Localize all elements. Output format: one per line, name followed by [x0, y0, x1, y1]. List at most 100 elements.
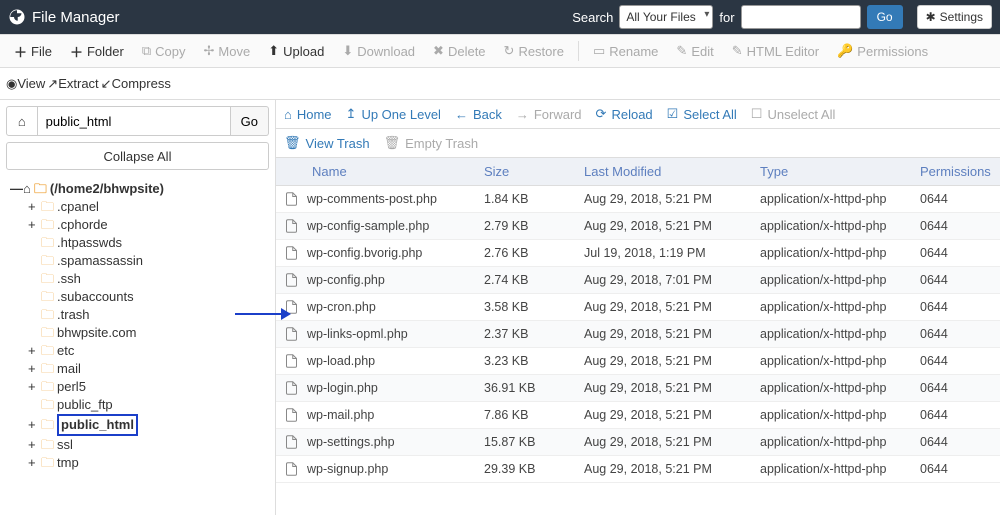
- file-icon: [284, 272, 299, 288]
- tree-item-label: perl5: [57, 378, 86, 396]
- col-modified[interactable]: Last Modified: [584, 164, 760, 179]
- tree-item[interactable]: 🗀.spamassassin: [28, 252, 269, 270]
- download-button[interactable]: ⬇Download: [334, 39, 423, 63]
- tree-item[interactable]: +🗀etc: [28, 342, 269, 360]
- nav-forward[interactable]: →Forward: [516, 107, 582, 122]
- tree-item-label: public_html: [57, 414, 138, 436]
- folder-icon: 🗀: [41, 252, 54, 270]
- file-size: 2.76 KB: [484, 246, 584, 260]
- folder-icon: 🗀: [41, 198, 54, 216]
- file-modified: Aug 29, 2018, 5:21 PM: [584, 408, 760, 422]
- tree-item-label: .ssh: [57, 270, 81, 288]
- collapse-all-button[interactable]: Collapse All: [6, 142, 269, 170]
- tree-item[interactable]: 🗀.htpasswds: [28, 234, 269, 252]
- sidebar: ⌂ Go Collapse All — ⌂ 🗀 (/home2/bhwpsite…: [0, 100, 276, 515]
- new-folder-button[interactable]: ＋Folder: [62, 38, 132, 65]
- view-trash[interactable]: 🗑View Trash: [284, 135, 370, 151]
- view-button[interactable]: ◉View: [6, 76, 45, 92]
- cpanel-icon: [8, 8, 26, 26]
- tree-item[interactable]: 🗀.trash: [28, 306, 269, 324]
- move-button[interactable]: ✢Move: [196, 39, 259, 63]
- copy-icon: ⧉: [142, 43, 151, 59]
- nav-up[interactable]: ↥Up One Level: [346, 106, 441, 122]
- col-name[interactable]: Name: [284, 164, 484, 179]
- tree-item[interactable]: 🗀bhwpsite.com: [28, 324, 269, 342]
- file-type: application/x-httpd-php: [760, 408, 920, 422]
- nav-reload[interactable]: ⟳Reload: [596, 106, 653, 122]
- file-type: application/x-httpd-php: [760, 273, 920, 287]
- tree-item[interactable]: 🗀.ssh: [28, 270, 269, 288]
- table-row[interactable]: wp-settings.php15.87 KBAug 29, 2018, 5:2…: [276, 429, 1000, 456]
- tree-item[interactable]: +🗀mail: [28, 360, 269, 378]
- tree-item[interactable]: +🗀perl5: [28, 378, 269, 396]
- nav-unselect-all[interactable]: ☐Unselect All: [751, 106, 836, 122]
- search-go-button[interactable]: Go: [867, 5, 903, 29]
- tree-item[interactable]: +🗀.cphorde: [28, 216, 269, 234]
- file-name: wp-login.php: [307, 381, 378, 395]
- table-row[interactable]: wp-login.php36.91 KBAug 29, 2018, 5:21 P…: [276, 375, 1000, 402]
- col-type[interactable]: Type: [760, 164, 920, 179]
- move-icon: ✢: [204, 43, 215, 59]
- col-size[interactable]: Size: [484, 164, 584, 179]
- copy-button[interactable]: ⧉Copy: [134, 39, 194, 63]
- file-icon: [284, 191, 299, 207]
- brand-title: File Manager: [32, 9, 120, 26]
- toolbar-secondary: ◉View ↗Extract ↙Compress: [0, 68, 1000, 100]
- tree-item[interactable]: +🗀ssl: [28, 436, 269, 454]
- html-editor-icon: ✎: [732, 43, 743, 59]
- tree-item-label: .subaccounts: [57, 288, 134, 306]
- rename-button[interactable]: ▭Rename: [585, 39, 666, 63]
- download-icon: ⬇: [342, 43, 353, 59]
- home-icon-button[interactable]: ⌂: [6, 106, 38, 136]
- table-row[interactable]: wp-cron.php3.58 KBAug 29, 2018, 5:21 PMa…: [276, 294, 1000, 321]
- back-icon: ←: [455, 107, 468, 122]
- table-row[interactable]: wp-config.bvorig.php2.76 KBJul 19, 2018,…: [276, 240, 1000, 267]
- tree-item[interactable]: +🗀.cpanel: [28, 198, 269, 216]
- file-modified: Aug 29, 2018, 5:21 PM: [584, 327, 760, 341]
- file-modified: Aug 29, 2018, 5:21 PM: [584, 192, 760, 206]
- new-file-button[interactable]: ＋File: [6, 38, 60, 65]
- nav-back[interactable]: ←Back: [455, 107, 502, 122]
- html-editor-button[interactable]: ✎HTML Editor: [724, 39, 827, 63]
- empty-trash[interactable]: 🗑Empty Trash: [384, 135, 478, 151]
- table-row[interactable]: wp-load.php3.23 KBAug 29, 2018, 5:21 PMa…: [276, 348, 1000, 375]
- search-input[interactable]: [741, 5, 861, 29]
- nav-select-all[interactable]: ☑Select All: [667, 106, 737, 122]
- upload-button[interactable]: ⬆Upload: [260, 39, 332, 63]
- path-go-button[interactable]: Go: [231, 106, 269, 136]
- file-type: application/x-httpd-php: [760, 192, 920, 206]
- nav-home[interactable]: ⌂Home: [284, 107, 332, 122]
- tree-root[interactable]: — ⌂ 🗀 (/home2/bhwpsite): [10, 180, 269, 198]
- folder-icon: 🗀: [41, 396, 54, 414]
- extract-button[interactable]: ↗Extract: [47, 76, 98, 92]
- file-icon: [284, 461, 299, 477]
- folder-icon: 🗀: [41, 324, 54, 342]
- eye-icon: ◉: [6, 76, 17, 91]
- tree-item[interactable]: +🗀tmp: [28, 454, 269, 472]
- file-icon: [284, 299, 299, 315]
- table-row[interactable]: wp-mail.php7.86 KBAug 29, 2018, 5:21 PMa…: [276, 402, 1000, 429]
- tree-item[interactable]: +🗀public_html: [28, 414, 269, 436]
- edit-button[interactable]: ✎Edit: [668, 39, 721, 63]
- table-row[interactable]: wp-comments-post.php1.84 KBAug 29, 2018,…: [276, 186, 1000, 213]
- file-size: 3.58 KB: [484, 300, 584, 314]
- path-input[interactable]: [38, 106, 231, 136]
- col-permissions[interactable]: Permissions: [920, 164, 1000, 179]
- tree-item[interactable]: 🗀.subaccounts: [28, 288, 269, 306]
- compress-button[interactable]: ↙Compress: [101, 76, 171, 92]
- tree-item[interactable]: 🗀public_ftp: [28, 396, 269, 414]
- restore-button[interactable]: ↻Restore: [496, 39, 572, 63]
- table-row[interactable]: wp-links-opml.php2.37 KBAug 29, 2018, 5:…: [276, 321, 1000, 348]
- folder-icon: 🗀: [41, 234, 54, 252]
- settings-button[interactable]: ✱ Settings: [917, 5, 992, 29]
- permissions-button[interactable]: 🔑Permissions: [829, 39, 936, 63]
- table-row[interactable]: wp-signup.php29.39 KBAug 29, 2018, 5:21 …: [276, 456, 1000, 483]
- delete-button[interactable]: ✖Delete: [425, 39, 493, 63]
- gear-icon: ✱: [926, 10, 936, 24]
- search-scope-select[interactable]: All Your Files: [619, 5, 713, 29]
- table-row[interactable]: wp-config.php2.74 KBAug 29, 2018, 7:01 P…: [276, 267, 1000, 294]
- file-name: wp-load.php: [307, 354, 375, 368]
- folder-icon: 🗀: [41, 416, 54, 434]
- table-row[interactable]: wp-config-sample.php2.79 KBAug 29, 2018,…: [276, 213, 1000, 240]
- file-permissions: 0644: [920, 354, 1000, 368]
